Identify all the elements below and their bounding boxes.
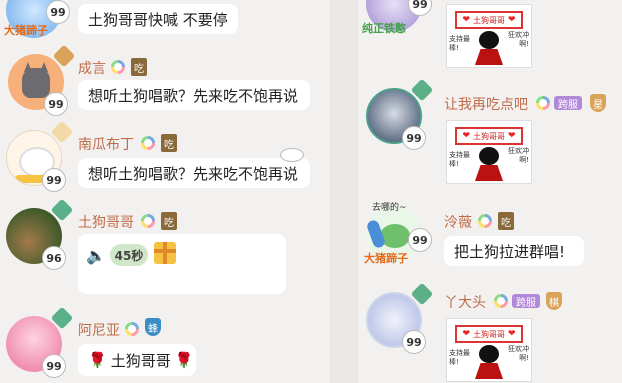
message-bubble[interactable]: 想听土狗唱歌？先来吃不饱再说: [78, 80, 310, 110]
fan-badge: 蜂: [145, 318, 161, 336]
voice-duration: 45秒: [110, 244, 148, 266]
rank-badge: 星: [590, 94, 606, 112]
sender-name[interactable]: 让我再吃点吧: [444, 94, 528, 114]
sticker-left-text: 支持最棒!: [449, 349, 470, 366]
avatar[interactable]: 96: [6, 198, 74, 270]
fan-badge: 吃: [498, 212, 514, 230]
fan-badge: 吃: [161, 212, 177, 230]
meme-face-icon: [479, 31, 499, 49]
sticker-right-text: 狂欢冲啊!: [508, 31, 529, 48]
colorful-ring-icon: [125, 322, 139, 336]
bubble-decoration-icon: [280, 148, 304, 162]
sender-name[interactable]: 丫大头: [444, 292, 486, 312]
pane-divider: [330, 0, 358, 383]
sticker-top-text: 土狗哥哥: [473, 329, 505, 339]
colorful-ring-icon: [111, 60, 125, 74]
sender-name[interactable]: 成言: [78, 58, 106, 78]
avatar-caption: 纯正铁憨: [362, 22, 406, 35]
avatar[interactable]: 大猪蹄子 99: [4, 0, 70, 38]
colorful-ring-icon: [141, 136, 155, 150]
sender-name[interactable]: 南瓜布丁: [78, 134, 134, 154]
sticker-top-text: 土狗哥哥: [473, 131, 505, 141]
avatar-caption: 大猪蹄子: [4, 24, 48, 37]
meme-face-icon: [479, 147, 499, 165]
cross-server-tag: 跨服: [554, 96, 582, 111]
sticker-right-text: 狂欢冲啊!: [508, 147, 529, 164]
gift-icon[interactable]: [154, 242, 176, 264]
avatar[interactable]: 纯正铁憨 99: [362, 0, 432, 35]
sender-name[interactable]: 泠薇: [444, 212, 472, 232]
sticker-left-text: 支持最棒!: [449, 151, 470, 168]
rank-badge: 棋: [546, 292, 562, 310]
sticker-top-text: 土狗哥哥: [473, 15, 505, 25]
level-badge: 99: [44, 92, 68, 116]
sticker-left-text: 支持最棒!: [449, 35, 470, 52]
colorful-ring-icon: [478, 214, 492, 228]
level-badge: 99: [42, 354, 66, 378]
level-badge: 99: [402, 126, 426, 150]
sender-name[interactable]: 阿尼亚: [78, 320, 120, 340]
cross-server-tag: 跨服: [512, 294, 540, 309]
level-badge: 96: [42, 246, 66, 270]
avatar-caption: 大猪蹄子: [364, 252, 408, 265]
colorful-ring-icon: [494, 294, 508, 308]
avatar[interactable]: 去哪的~ 大猪蹄子 99: [364, 203, 432, 265]
left-chat-pane: 大猪蹄子 99 土狗哥哥快喊 不要停 99 成言 吃 想听土狗唱歌？先来吃不饱再…: [0, 0, 330, 383]
level-badge: 99: [402, 330, 426, 354]
message-bubble[interactable]: 土狗哥哥快喊 不要停: [78, 4, 238, 34]
sender-name[interactable]: 土狗哥哥: [78, 212, 134, 232]
level-badge: 99: [46, 0, 70, 24]
voice-message[interactable]: 🔈 45秒: [78, 234, 286, 294]
message-bubble[interactable]: 🌹 土狗哥哥 🌹: [78, 344, 196, 376]
rose-icon: 🌹: [88, 351, 107, 369]
rose-icon: 🌹: [174, 351, 194, 369]
speaker-icon: 🔈: [86, 246, 106, 265]
level-badge: 99: [408, 228, 432, 252]
colorful-ring-icon: [536, 96, 550, 110]
avatar[interactable]: 99: [366, 78, 434, 150]
avatar[interactable]: 99: [8, 44, 76, 116]
sticker-message[interactable]: ❤ 土狗哥哥 ❤ 支持最棒! 狂欢冲啊!: [446, 4, 532, 68]
fan-badge: 吃: [131, 58, 147, 76]
right-chat-pane: 纯正铁憨 99 ❤ 土狗哥哥 ❤ 支持最棒! 狂欢冲啊! 99 让我再吃点吧 跨服 …: [358, 0, 622, 383]
level-badge: 99: [42, 168, 66, 192]
avatar[interactable]: 99: [366, 282, 434, 354]
sticker-message[interactable]: ❤ 土狗哥哥 ❤ 支持最棒! 狂欢冲啊!: [446, 120, 532, 184]
message-bubble[interactable]: 想听土狗唱歌？先来吃不饱再说: [78, 158, 310, 188]
meme-face-icon: [479, 345, 499, 363]
fan-badge: 吃: [161, 134, 177, 152]
message-text: 土狗哥哥: [110, 351, 171, 370]
avatar[interactable]: 99: [6, 120, 74, 192]
avatar[interactable]: 99: [6, 306, 74, 378]
avatar-speech: 去哪的~: [372, 203, 407, 213]
sticker-right-text: 狂欢冲啊!: [508, 345, 529, 362]
colorful-ring-icon: [141, 214, 155, 228]
sticker-message[interactable]: ❤ 土狗哥哥 ❤ 支持最棒! 狂欢冲啊!: [446, 318, 532, 382]
message-bubble[interactable]: 把土狗拉进群唱!: [444, 236, 584, 266]
